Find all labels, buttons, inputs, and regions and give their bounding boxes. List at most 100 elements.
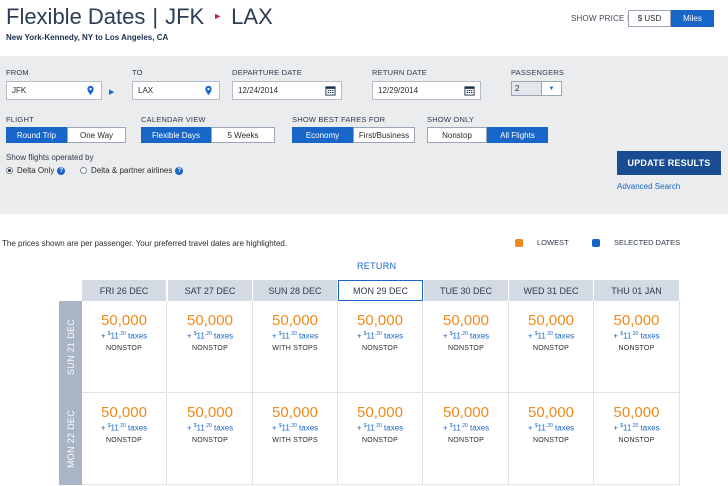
fare-miles: 50,000: [101, 404, 147, 421]
return-date-input[interactable]: 12/29/2014: [372, 81, 481, 100]
fare-cell[interactable]: 50,000 + $11.20 taxes NONSTOP: [424, 301, 509, 393]
title-text: Flexible Dates: [6, 4, 146, 29]
stops-label: WITH STOPS: [272, 344, 318, 352]
tax-amount: 11: [281, 331, 290, 341]
fare-cell[interactable]: 50,000 + $11.20 taxes NONSTOP: [509, 393, 594, 485]
flight-label: FLIGHT: [6, 115, 34, 124]
tax-cents: .20: [204, 331, 212, 337]
one-way-option[interactable]: One Way: [67, 127, 126, 143]
miles-toggle[interactable]: Miles: [671, 10, 714, 27]
tax-word: taxes: [470, 423, 490, 433]
tax-amount: 11: [110, 331, 119, 341]
delta-only-radio[interactable]: Delta Only ?: [6, 166, 66, 175]
row-header-label: SUN 21 DEC: [65, 318, 76, 376]
fare-cell[interactable]: 50,000 + $11.20 taxes NONSTOP: [424, 393, 509, 485]
all-flights-option[interactable]: All Flights: [487, 127, 548, 143]
help-icon[interactable]: ?: [175, 166, 184, 175]
lowest-label: LOWEST: [537, 238, 569, 247]
selected-dates-label: SELECTED DATES: [614, 238, 681, 247]
tax-word: taxes: [214, 423, 234, 433]
tax-word: taxes: [640, 331, 660, 341]
fare-miles: 50,000: [528, 404, 574, 421]
operated-by-label: Show flights operated by: [6, 153, 94, 162]
delta-only-label: Delta Only: [17, 166, 55, 175]
to-label: TO: [132, 68, 143, 77]
tax-cents: .20: [460, 331, 468, 337]
tax-word: taxes: [299, 331, 319, 341]
passengers-select[interactable]: 2 ▼: [511, 81, 562, 96]
first-business-option[interactable]: First/Business: [353, 127, 415, 143]
destination-code: LAX: [231, 4, 273, 29]
route-description: New York-Kennedy, NY to Los Angeles, CA: [6, 33, 169, 42]
economy-option[interactable]: Economy: [292, 127, 353, 143]
selected-swatch: [592, 238, 600, 247]
fare-taxes: + $11.20 taxes: [356, 331, 404, 341]
tax-word: taxes: [214, 331, 234, 341]
from-value: JFK: [12, 86, 27, 95]
fare-taxes: + $11.20 taxes: [356, 423, 404, 433]
calendar-icon[interactable]: [464, 85, 475, 96]
flexible-days-option[interactable]: Flexible Days: [141, 127, 211, 143]
to-input[interactable]: LAX: [132, 81, 220, 100]
fare-miles: 50,000: [443, 404, 489, 421]
tax-cents: .20: [631, 331, 639, 337]
tax-word: taxes: [384, 423, 404, 433]
departure-label: DEPARTURE DATE: [232, 68, 302, 77]
fare-cell[interactable]: 50,000 + $11.20 taxes NONSTOP: [594, 301, 680, 393]
calendar-icon[interactable]: [325, 85, 336, 96]
fare-cell[interactable]: 50,000 + $11.20 taxes NONSTOP: [168, 301, 253, 393]
fare-cell[interactable]: 50,000 + $11.20 taxes WITH STOPS: [253, 301, 338, 393]
page-header: Flexible Dates | JFK ► LAX New York-Kenn…: [0, 0, 728, 52]
five-weeks-option[interactable]: 5 Weeks: [211, 127, 275, 143]
location-pin-icon: [205, 85, 212, 96]
fare-miles: 50,000: [528, 312, 574, 329]
tax-word: taxes: [128, 423, 148, 433]
fare-cell[interactable]: 50,000 + $11.20 taxes NONSTOP: [338, 301, 423, 393]
lowest-swatch: [515, 238, 523, 247]
fare-taxes: + $11.20 taxes: [527, 331, 575, 341]
departure-date-input[interactable]: 12/24/2014: [232, 81, 342, 100]
update-results-button[interactable]: UPDATE RESULTS: [617, 151, 721, 175]
help-icon[interactable]: ?: [57, 166, 66, 175]
fare-taxes: + $11.20 taxes: [186, 331, 234, 341]
fare-cell[interactable]: 50,000 + $11.20 taxes NONSTOP: [509, 301, 594, 393]
fare-cell[interactable]: 50,000 + $11.20 taxes WITH STOPS: [253, 393, 338, 485]
fare-miles: 50,000: [357, 312, 403, 329]
departure-date-row-header: MON 22 DEC: [59, 393, 82, 485]
fare-cell[interactable]: 50,000 + $11.20 taxes NONSTOP: [168, 393, 253, 485]
partner-airlines-radio[interactable]: Delta & partner airlines ?: [80, 166, 184, 175]
advanced-search-link[interactable]: Advanced Search: [617, 182, 680, 191]
fare-miles: 50,000: [613, 404, 660, 421]
fare-class-toggle: Economy First/Business: [292, 127, 415, 143]
fare-taxes: + $11.20 taxes: [271, 423, 319, 433]
fare-cell[interactable]: 50,000 + $11.20 taxes NONSTOP: [82, 393, 167, 485]
page-title: Flexible Dates | JFK ► LAX: [6, 4, 273, 30]
fare-taxes: + $11.20 taxes: [100, 423, 148, 433]
fare-cell[interactable]: 50,000 + $11.20 taxes NONSTOP: [82, 301, 167, 393]
tax-amount: 11: [196, 331, 205, 341]
tax-amount: 11: [110, 423, 119, 433]
fare-cell[interactable]: 50,000 + $11.20 taxes NONSTOP: [338, 393, 423, 485]
stops-label: NONSTOP: [618, 344, 655, 352]
fare-taxes: + $11.20 taxes: [100, 331, 148, 341]
tax-cents: .20: [545, 423, 553, 429]
tax-amount: 11: [452, 423, 461, 433]
round-trip-option[interactable]: Round Trip: [6, 127, 67, 143]
fare-taxes: + $11.20 taxes: [442, 423, 490, 433]
from-input[interactable]: JFK: [6, 81, 102, 100]
fare-cell[interactable]: 50,000 + $11.20 taxes NONSTOP: [594, 393, 680, 485]
tax-cents: .20: [289, 331, 297, 337]
best-fares-label: SHOW BEST FARES FOR: [292, 115, 386, 124]
stops-label: NONSTOP: [192, 344, 228, 352]
nonstop-option[interactable]: Nonstop: [427, 127, 487, 143]
tax-cents: .20: [118, 331, 126, 337]
usd-toggle[interactable]: $ USD: [628, 10, 671, 27]
tax-cents: .20: [631, 423, 639, 429]
tax-cents: .20: [460, 423, 468, 429]
calendar-view-toggle: Flexible Days 5 Weeks: [141, 127, 275, 143]
tax-cents: .20: [374, 331, 382, 337]
return-value: 12/29/2014: [378, 86, 419, 95]
stops-label: WITH STOPS: [272, 436, 318, 444]
tax-cents: .20: [204, 423, 212, 429]
stops-label: NONSTOP: [362, 436, 398, 444]
